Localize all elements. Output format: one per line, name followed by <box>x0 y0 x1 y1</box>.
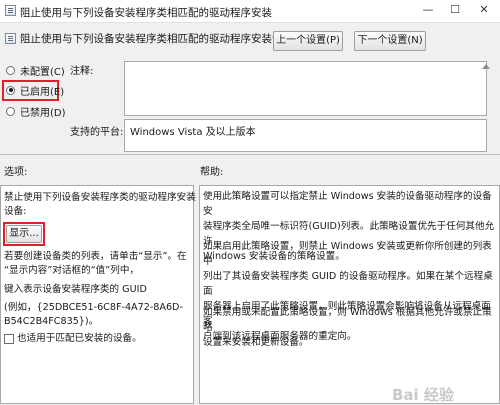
help-line: 如果禁用或未配置此策略设置，则 Windows 根据其他允许或禁止策略 <box>203 307 492 333</box>
next-setting-button[interactable]: 下一个设置(N) <box>354 31 426 51</box>
minimize-button[interactable]: — <box>420 2 436 18</box>
options-description-1: 禁止使用下列设备安装程序类的驱动程序安装 <box>4 192 196 203</box>
help-line: 设置来安装和更新设备。 <box>203 337 309 348</box>
platform-label: 支持的平台: <box>70 127 124 138</box>
window-title: 阻止使用与下列设备安装程序类相匹配的驱动程序安装 <box>20 7 272 19</box>
radio-circle[interactable] <box>6 106 15 116</box>
help-paragraph-3: 如果禁用或未配置此策略设置，则 Windows 根据其他允许或禁止策略 设置来安… <box>203 305 500 350</box>
radio-circle-selected[interactable] <box>6 85 15 95</box>
options-example-2: B54C2B4FC835})。 <box>4 316 99 327</box>
apply-to-installed-label: 也适用于匹配已安装的设备。 <box>17 333 142 344</box>
baidu-watermark: Bai 经验 <box>392 386 454 404</box>
options-hint-3: 键入表示设备安装程序类的 GUID <box>4 284 147 295</box>
options-description-2: 设备: <box>4 206 27 217</box>
close-button[interactable]: ✕ <box>476 2 492 18</box>
radio-label: 未配置(C) <box>20 66 65 78</box>
options-example-1: (例如，{25DBCE51-6C8F-4A72-8A6D- <box>4 302 183 313</box>
radio-disabled[interactable]: 已禁用(D) <box>6 104 66 119</box>
show-button[interactable]: 显示... <box>6 225 42 243</box>
radio-circle[interactable] <box>6 65 15 75</box>
help-line: 如果启用此策略设置，则禁止 Windows 安装或更新你所创建的列表中 <box>203 241 492 267</box>
policy-setting-icon <box>5 33 16 44</box>
scroll-up-arrow[interactable] <box>482 64 490 69</box>
platform-value-box: Windows Vista 及以上版本 <box>124 119 487 152</box>
radio-label: 已禁用(D) <box>20 107 66 119</box>
help-section-label: 帮助: <box>200 167 224 178</box>
options-section-label: 选项: <box>4 167 28 178</box>
apply-to-installed-checkbox[interactable] <box>4 334 14 344</box>
options-hint-1: 若要创建设备类的列表，请单击“显示”。在 <box>4 251 187 262</box>
radio-label: 已启用(E) <box>20 86 65 98</box>
options-hint-2: “显示内容”对话框的“值”列中， <box>4 265 140 276</box>
maximize-button[interactable]: ☐ <box>447 2 463 18</box>
policy-app-icon <box>5 5 16 16</box>
help-line: 列出了其设备安装程序类 GUID 的设备驱动程序。如果在某个远程桌面 <box>203 271 493 297</box>
comment-textarea[interactable] <box>124 61 487 116</box>
radio-not-configured[interactable]: 未配置(C) <box>6 63 65 78</box>
section-divider <box>0 154 500 155</box>
comment-label: 注释: <box>70 66 94 77</box>
radio-enabled[interactable]: 已启用(E) <box>6 83 65 98</box>
previous-setting-button[interactable]: 上一个设置(P) <box>273 31 343 51</box>
help-line: 使用此策略设置可以指定禁止 Windows 安装的设备驱动程序的设备安 <box>203 191 492 217</box>
policy-title: 阻止使用与下列设备安装程序类相匹配的驱动程序安装设备 <box>20 33 293 45</box>
platform-value: Windows Vista 及以上版本 <box>130 127 256 138</box>
